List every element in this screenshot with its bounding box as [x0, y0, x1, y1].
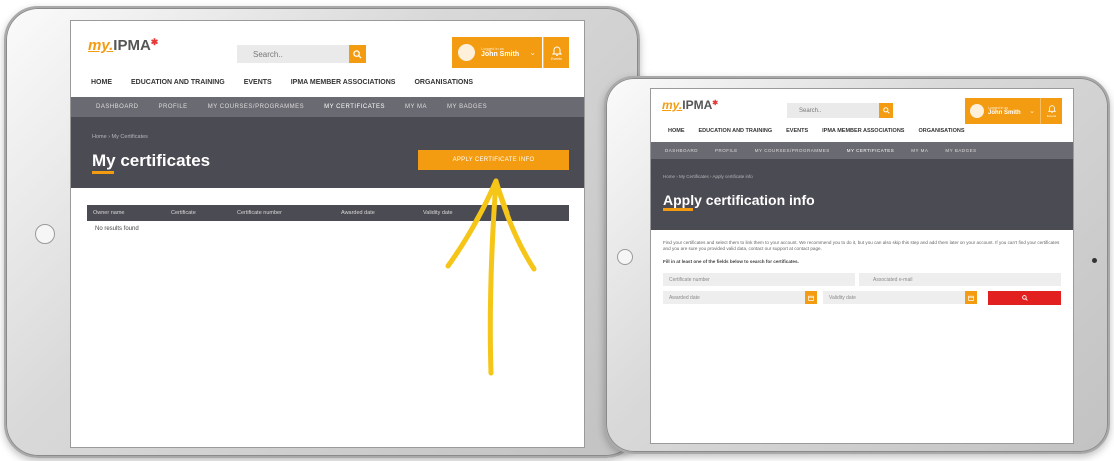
notifications-button[interactable]: Events [1040, 98, 1062, 124]
nav-home[interactable]: HOME [668, 128, 685, 134]
tablet-camera [1092, 258, 1097, 263]
screen-my-certificates: my. IPMA ✱ Search.. Logged in as John Sm… [70, 20, 585, 448]
logged-as-label: Logged in as [988, 105, 1009, 110]
tablet-right: my. IPMA ✱ Search.. Logged in as John Sm… [604, 76, 1110, 454]
search-input[interactable]: Search.. [787, 103, 879, 118]
page-banner: Home › My Certificates › Apply certifica… [651, 159, 1073, 230]
user-name: John Smith [988, 109, 1021, 116]
screen-apply-certification: my. IPMA ✱ Search.. Logged in as John Sm… [650, 88, 1074, 444]
bell-icon [1047, 105, 1056, 113]
subnav-courses[interactable]: MY COURSES/PROGRAMMES [755, 148, 830, 153]
certificate-number-field[interactable]: Certificate number [663, 273, 855, 286]
associated-email-field[interactable]: Associated e-mail [859, 273, 1061, 286]
tablet-home-button [35, 224, 55, 244]
sub-nav: DASHBOARD PROFILE MY COURSES/PROGRAMMES … [651, 142, 1073, 159]
subnav-profile[interactable]: PROFILE [715, 148, 738, 153]
search-certificates-button[interactable] [988, 291, 1061, 305]
ipma-logo[interactable]: my. IPMA ✱ [662, 98, 718, 112]
nav-member-associations[interactable]: IPMA MEMBER ASSOCIATIONS [822, 128, 904, 134]
awarded-date-calendar-button[interactable] [805, 291, 817, 304]
calendar-icon [808, 295, 814, 301]
nav-events[interactable]: EVENTS [786, 128, 808, 134]
user-menu[interactable]: Logged in as John Smith ⌄ [965, 98, 1040, 124]
search-icon [1021, 295, 1028, 301]
subnav-dashboard[interactable]: DASHBOARD [665, 148, 698, 153]
subnav-my-ma[interactable]: MY MA [911, 148, 928, 153]
title-underline [663, 208, 693, 211]
validity-date-field[interactable]: Validity date [823, 291, 965, 304]
intro-text: Find your certificates and select them t… [663, 240, 1060, 252]
page-title: Apply certification info [663, 192, 815, 211]
validity-date-calendar-button[interactable] [965, 291, 977, 304]
search-button[interactable] [879, 103, 893, 118]
tablet-left: my. IPMA ✱ Search.. Logged in as John Sm… [4, 6, 640, 458]
bell-label: Events [1046, 114, 1057, 118]
annotation-arrow [445, 178, 537, 376]
awarded-date-field[interactable]: Awarded date [663, 291, 805, 304]
tablet-home-button [617, 249, 633, 265]
nav-education-training[interactable]: EDUCATION AND TRAINING [699, 128, 773, 134]
chevron-down-icon: ⌄ [1029, 108, 1035, 115]
nav-organisations[interactable]: ORGANISATIONS [918, 128, 964, 134]
calendar-icon [968, 295, 974, 301]
search-icon [882, 107, 890, 114]
breadcrumb[interactable]: Home › My Certificates › Apply certifica… [663, 174, 753, 179]
subnav-certificates[interactable]: MY CERTIFICATES [847, 148, 895, 153]
fill-note: Fill in at least one of the fields below… [663, 259, 799, 264]
avatar [970, 104, 984, 118]
main-nav: HOME EDUCATION AND TRAINING EVENTS IPMA … [668, 128, 965, 134]
subnav-badges[interactable]: MY BADGES [945, 148, 976, 153]
